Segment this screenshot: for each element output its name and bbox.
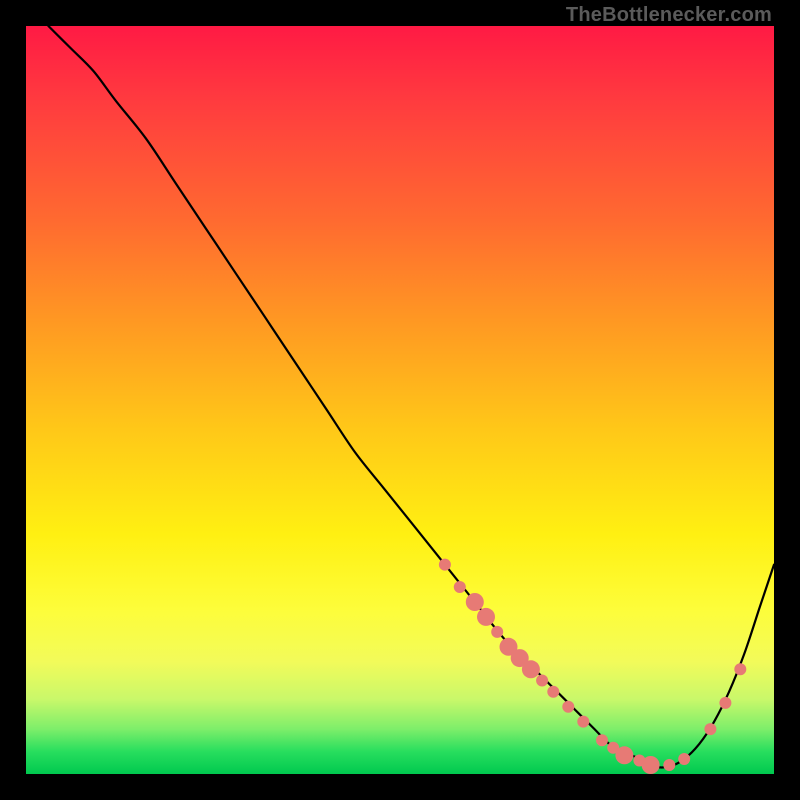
data-point [734,663,746,675]
data-point [439,559,451,571]
bottleneck-curve [48,26,774,767]
data-point [536,675,548,687]
data-point [704,723,716,735]
data-point [615,746,633,764]
data-point [678,753,690,765]
data-point [522,660,540,678]
data-point [454,581,466,593]
data-point [477,608,495,626]
plot-area [26,26,774,774]
data-point [719,697,731,709]
data-point [491,626,503,638]
data-point [642,756,660,774]
data-point [466,593,484,611]
data-point [596,734,608,746]
plot-svg [26,26,774,774]
data-point [547,686,559,698]
attribution-text: TheBottlenecker.com [566,4,772,27]
data-point [562,701,574,713]
data-point [663,759,675,771]
data-point [577,716,589,728]
chart-frame: TheBottlenecker.com [0,0,800,800]
